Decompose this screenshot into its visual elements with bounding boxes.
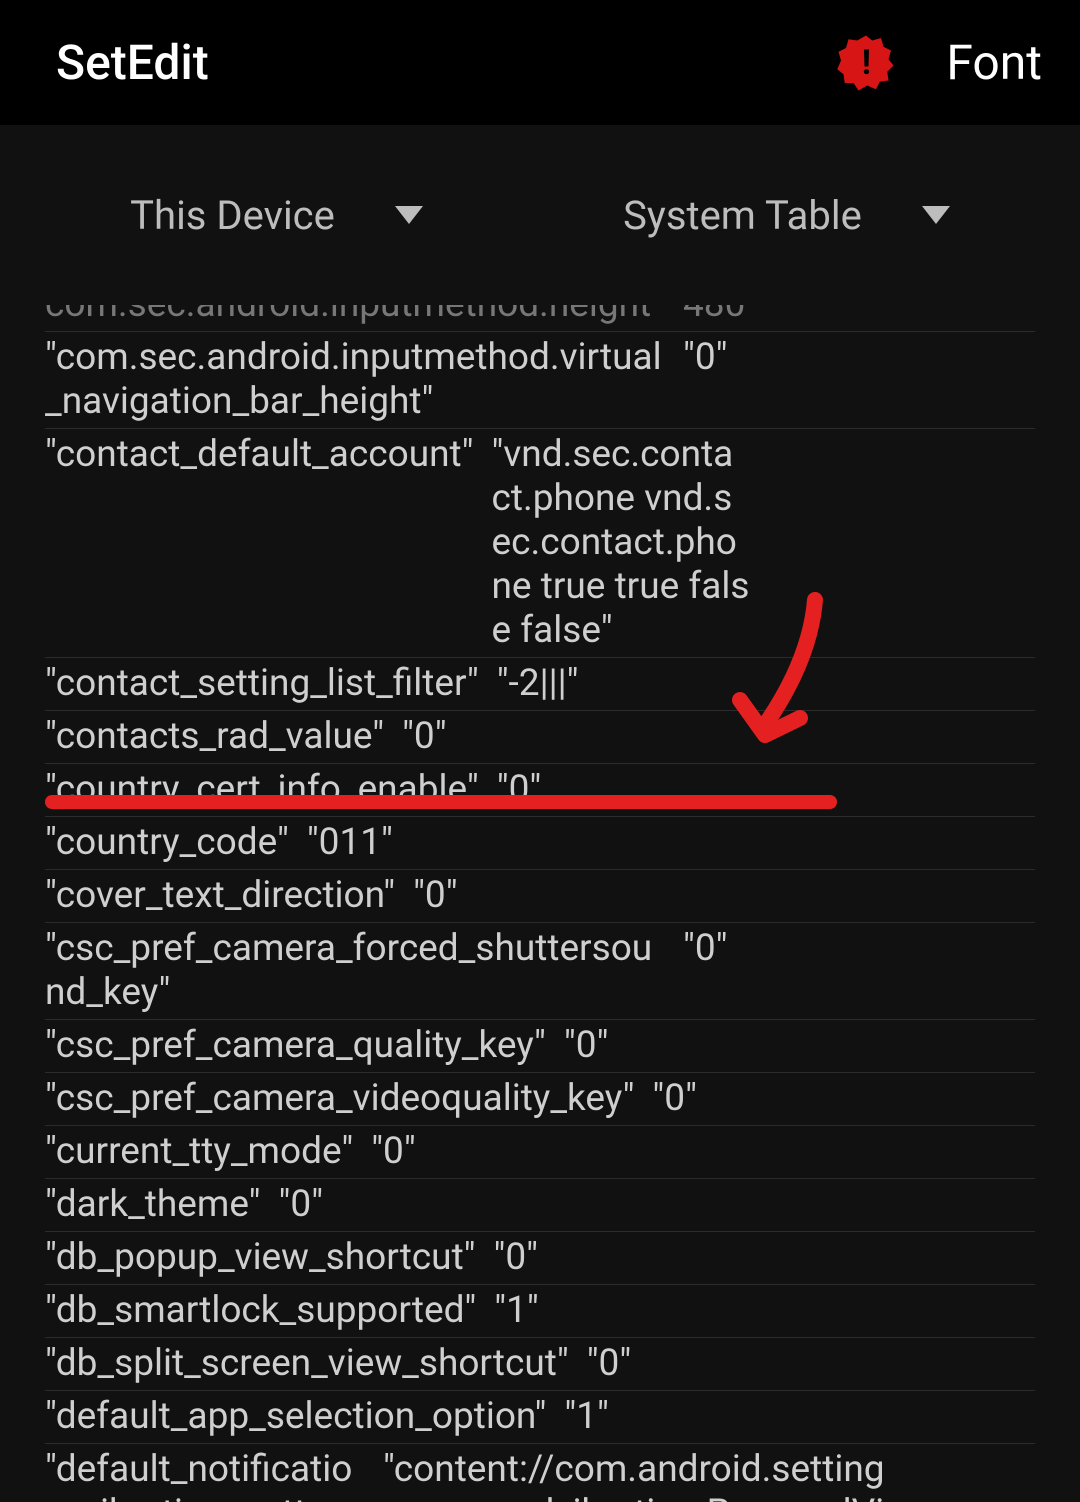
caret-down-icon [922,206,950,224]
table-row[interactable]: "country_code" "011" [45,816,1035,869]
setting-key: "com.sec.android.inputmethod.virtual_nav… [45,336,665,424]
font-button[interactable]: Font [946,34,1042,91]
setting-key: "cover_text_direction" [45,874,395,918]
setting-value: "0" [587,1342,632,1386]
setting-key: "current_tty_mode" [45,1130,353,1174]
setting-key: "csc_pref_camera_quality_key" [45,1024,546,1068]
table-dropdown-label: System Table [623,192,862,239]
setting-key: "contact_setting_list_filter" [45,662,479,706]
caret-down-icon [395,206,423,224]
setting-value: "011" [307,821,393,865]
table-dropdown[interactable]: System Table [603,182,970,249]
settings-list[interactable]: com.sec.android.inputmethod.height_lands… [0,305,1080,1502]
setting-value: "0" [652,1077,697,1121]
setting-value: 480 [683,305,745,327]
setting-value: "0" [497,768,542,812]
alert-badge-icon[interactable]: ! [836,33,896,93]
setting-value: "0" [279,1183,324,1227]
setting-key: "dark_theme" [45,1183,261,1227]
setting-value: "0" [564,1024,609,1068]
setting-key: "csc_pref_camera_forced_shuttersound_key… [45,927,665,1015]
setting-key: "contacts_rad_value" [45,715,384,759]
table-row[interactable]: "db_smartlock_supported" "1" [45,1284,1035,1337]
table-row[interactable]: "csc_pref_camera_forced_shuttersound_key… [45,922,1035,1019]
app-title: SetEdit [56,34,836,91]
setting-value: "content://com.android.settings.personal… [383,1448,893,1502]
setting-value: "1" [564,1395,609,1439]
alert-badge-glyph: ! [862,43,871,83]
table-row[interactable]: "db_popup_view_shortcut" "0" [45,1231,1035,1284]
table-row[interactable]: "dark_theme" "0" [45,1178,1035,1231]
table-row[interactable]: "contacts_rad_value" "0" [45,710,1035,763]
setting-key: "csc_pref_camera_videoquality_key" [45,1077,634,1121]
device-dropdown[interactable]: This Device [110,182,443,249]
setting-value: "0" [683,336,728,380]
setting-value: "0" [413,874,458,918]
setting-key: "db_popup_view_shortcut" [45,1236,476,1280]
setting-key: com.sec.android.inputmethod.height_lands… [45,305,665,331]
setting-key: "country_cert_info_enable" [45,768,479,812]
table-row[interactable]: "csc_pref_camera_videoquality_key" "0" [45,1072,1035,1125]
filter-bar: This Device System Table [0,125,1080,305]
setting-key: "default_app_selection_option" [45,1395,546,1439]
table-row[interactable]: "db_split_screen_view_shortcut" "0" [45,1337,1035,1390]
table-row[interactable]: "country_cert_info_enable" "0" [45,763,1035,816]
app-header: SetEdit ! Font [0,0,1080,125]
table-row[interactable]: "com.sec.android.inputmethod.virtual_nav… [45,331,1035,428]
setting-key: "db_split_screen_view_shortcut" [45,1342,569,1386]
table-row[interactable]: "default_app_selection_option" "1" [45,1390,1035,1443]
setting-value: "0" [402,715,447,759]
setting-key: "default_notification_vibration_pattern" [45,1448,365,1502]
table-row[interactable]: com.sec.android.inputmethod.height_lands… [45,305,1035,331]
setting-value: "0" [371,1130,416,1174]
setting-value: "0" [494,1236,539,1280]
setting-key: "db_smartlock_supported" [45,1289,476,1333]
table-row[interactable]: "current_tty_mode" "0" [45,1125,1035,1178]
table-row[interactable]: "csc_pref_camera_quality_key" "0" [45,1019,1035,1072]
table-row[interactable]: "cover_text_direction" "0" [45,869,1035,922]
device-dropdown-label: This Device [130,192,335,239]
table-row[interactable]: "default_notification_vibration_pattern"… [45,1443,1035,1502]
table-row[interactable]: "contact_setting_list_filter" "-2|||" [45,657,1035,710]
setting-value: "1" [494,1289,539,1333]
setting-key: "contact_default_account" [45,433,474,477]
setting-value: "vnd.sec.contact.phone vnd.sec.contact.p… [492,433,752,653]
table-row[interactable]: "contact_default_account" "vnd.sec.contac… [45,428,1035,657]
setting-value: "0" [683,927,728,971]
setting-key: "country_code" [45,821,289,865]
setting-value: "-2|||" [497,662,579,706]
